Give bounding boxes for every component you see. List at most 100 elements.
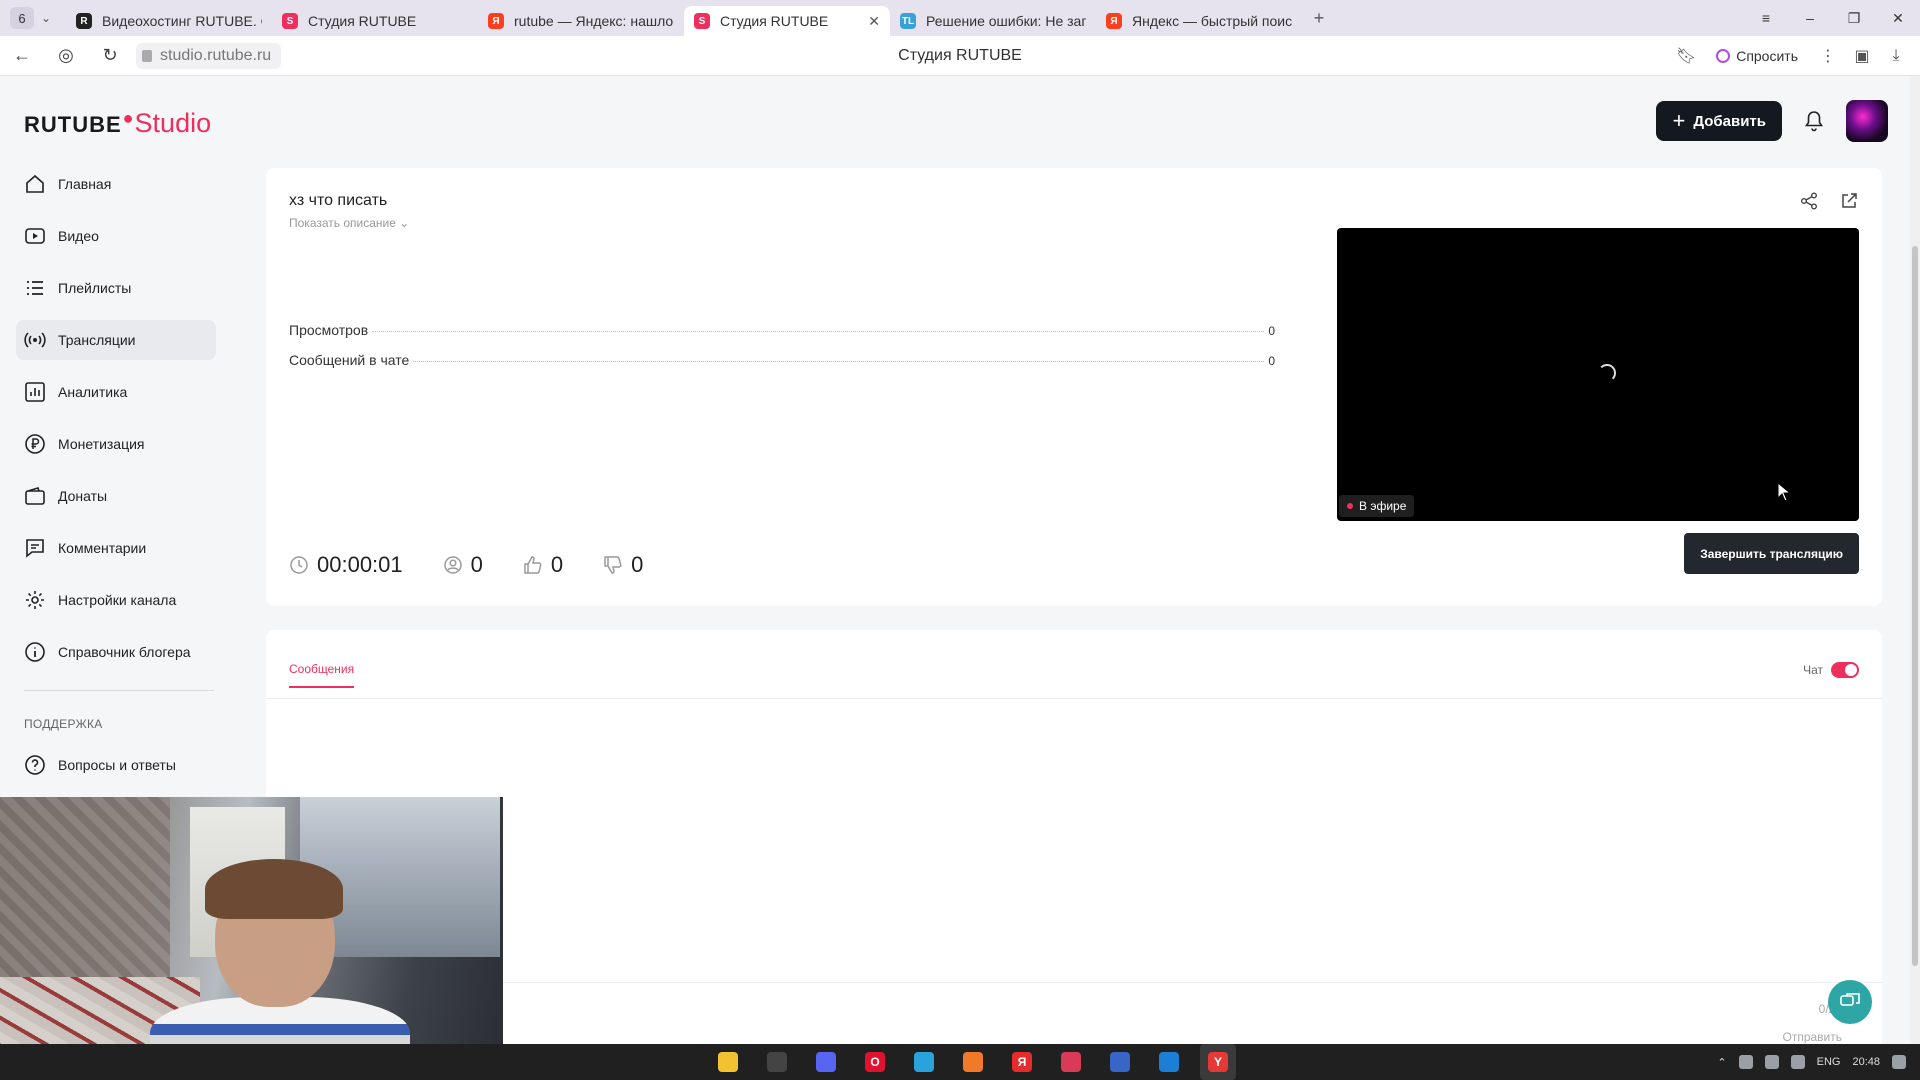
window-controls: ≡ – ❐ ✕	[1744, 0, 1920, 36]
likes-value: 0	[550, 552, 564, 577]
rutube-studio-logo[interactable]: RUTUBE ● Studio	[24, 108, 211, 139]
sidebar-item-analytics[interactable]: Аналитика	[16, 372, 216, 412]
video-icon	[24, 225, 46, 247]
sidebar-item-question[interactable]: Вопросы и ответы	[16, 745, 216, 785]
extensions-icon[interactable]: ▣	[1850, 46, 1874, 66]
show-description-link[interactable]: Показать описание ⌄	[289, 216, 409, 230]
download-icon[interactable]: ⤓	[1884, 47, 1908, 65]
dislikes-metric: 0	[603, 552, 643, 578]
external-link-icon[interactable]	[1840, 192, 1858, 215]
close-tab-icon[interactable]: ✕	[868, 13, 880, 30]
reload-button[interactable]: ↻	[88, 45, 132, 66]
more-icon[interactable]: ⋮	[1816, 46, 1840, 66]
thumbs-up-icon	[524, 556, 542, 574]
url-field[interactable]: studio.rutube.ru	[136, 42, 282, 69]
protect-icon[interactable]: ◎	[44, 45, 88, 66]
logo-main: RUTUBE	[24, 112, 122, 137]
sidebar-item-gear[interactable]: Настройки канала	[16, 580, 216, 620]
stat-leader-dots	[372, 331, 1265, 332]
ask-button[interactable]: Спросить	[1708, 48, 1806, 64]
sidebar-item-info[interactable]: Справочник блогера	[16, 632, 216, 672]
chat-input-divider	[266, 982, 1882, 983]
bell-icon[interactable]	[1802, 109, 1826, 133]
analytics-icon	[24, 381, 46, 403]
webcam-overlay	[0, 797, 503, 1080]
browser-tab[interactable]: S Студия RUTUBE	[272, 6, 478, 36]
maps-pin-icon	[963, 1052, 983, 1072]
sidebar-item-label: Видео	[58, 228, 99, 244]
send-button[interactable]: Отправить	[1782, 1030, 1842, 1044]
taskbar-app[interactable]	[1151, 1044, 1187, 1080]
tray-chevron-icon[interactable]: ⌃	[1717, 1056, 1726, 1069]
sidebar-item-comment[interactable]: Комментарии	[16, 528, 216, 568]
sidebar-item-label: Монетизация	[58, 436, 145, 452]
volume-icon[interactable]	[1790, 1055, 1805, 1069]
avatar[interactable]	[1846, 100, 1888, 142]
chat-bubble-icon	[1840, 993, 1860, 1006]
bookmark-icon[interactable]: 🔖︎	[1674, 46, 1698, 66]
likes-metric: 0	[523, 552, 563, 578]
sidebar-item-label: Настройки канала	[58, 592, 177, 608]
tab-title: Яндекс — быстрый поиск	[1132, 13, 1292, 29]
stat-value: 0	[1268, 324, 1275, 338]
video-player[interactable]: В эфире	[1337, 228, 1859, 521]
chat-toggle-group: Чат	[1803, 662, 1859, 678]
taskbar-app[interactable]	[1102, 1044, 1138, 1080]
browser-tab[interactable]: Яrutube — Яндекс: нашлос	[478, 6, 684, 36]
microphone-icon[interactable]	[1738, 1055, 1753, 1069]
sidebar-item-playlist[interactable]: Плейлисты	[16, 268, 216, 308]
sidebar-item-label: Аналитика	[58, 384, 128, 400]
sidebar-item-broadcast[interactable]: Трансляции	[16, 320, 216, 360]
camera-app-icon	[1061, 1052, 1081, 1072]
browser-tab[interactable]: S Студия RUTUBE ✕	[684, 6, 890, 36]
tab-messages[interactable]: Сообщения	[289, 662, 355, 688]
taskbar-app[interactable]	[955, 1044, 991, 1080]
back-button[interactable]: ←	[0, 45, 44, 66]
language-indicator[interactable]: ENG	[1817, 1056, 1841, 1068]
taskbar-app[interactable]	[906, 1044, 942, 1080]
help-chat-button[interactable]	[1828, 980, 1872, 1024]
support-nav: Вопросы и ответы	[16, 745, 216, 785]
browser-tab-strip: 6 ⌄ R Видеохостинг RUTUBE. С S Студия RUTUB…	[0, 0, 1920, 36]
network-icon[interactable]	[1764, 1055, 1779, 1069]
stat-label: Сообщений в чате	[289, 352, 410, 368]
question-icon	[24, 754, 46, 776]
close-window-button[interactable]: ✕	[1876, 10, 1920, 27]
taskbar-app[interactable]: O	[857, 1044, 893, 1080]
minimize-button[interactable]: –	[1788, 10, 1832, 26]
taskbar-app[interactable]	[1053, 1044, 1089, 1080]
add-label: Добавить	[1693, 112, 1766, 130]
tab-favicon-icon: Я	[488, 13, 504, 29]
browser-tab[interactable]: TL Решение ошибки: Не зап	[890, 6, 1096, 36]
taskbar-app[interactable]	[808, 1044, 844, 1080]
tab-count-badge[interactable]: 6	[10, 7, 34, 29]
chevron-down-icon[interactable]: ⌄	[34, 11, 58, 25]
taskbar-app[interactable]: Y	[1200, 1044, 1236, 1080]
opera-icon: O	[865, 1052, 885, 1072]
browser-tab[interactable]: R Видеохостинг RUTUBE. С	[66, 6, 272, 36]
sidebar-item-video[interactable]: Видео	[16, 216, 216, 256]
share-icon[interactable]	[1800, 192, 1818, 215]
sidebar-item-label: Трансляции	[58, 332, 136, 348]
taskbar-app[interactable]: Я	[1004, 1044, 1040, 1080]
notifications-icon[interactable]	[1892, 1055, 1906, 1069]
menu-icon[interactable]: ≡	[1744, 10, 1788, 26]
sidebar-divider	[24, 690, 214, 691]
chat-toggle-switch[interactable]	[1831, 662, 1859, 678]
taskbar-app[interactable]	[759, 1044, 795, 1080]
new-tab-button[interactable]: +	[1308, 7, 1330, 29]
add-button[interactable]: + Добавить	[1656, 101, 1782, 141]
browser-tab[interactable]: Я Яндекс — быстрый поиск	[1096, 6, 1302, 36]
taskbar-app[interactable]	[710, 1044, 746, 1080]
stat-row: Сообщений в чате 0	[289, 352, 1275, 368]
restore-button[interactable]: ❐	[1832, 10, 1876, 27]
page-scrollbar[interactable]	[1910, 76, 1920, 1044]
tab-title: Решение ошибки: Не зап	[926, 13, 1086, 29]
taskbar-clock[interactable]: 20:48	[1852, 1056, 1880, 1069]
sidebar-item-wallet[interactable]: Донаты	[16, 476, 216, 516]
sidebar-item-ruble[interactable]: Монетизация	[16, 424, 216, 464]
discord-icon	[816, 1052, 836, 1072]
end-stream-button[interactable]: Завершить трансляцию	[1684, 533, 1859, 574]
sidebar-item-home[interactable]: Главная	[16, 164, 216, 204]
scrollbar-thumb[interactable]	[1912, 246, 1918, 966]
